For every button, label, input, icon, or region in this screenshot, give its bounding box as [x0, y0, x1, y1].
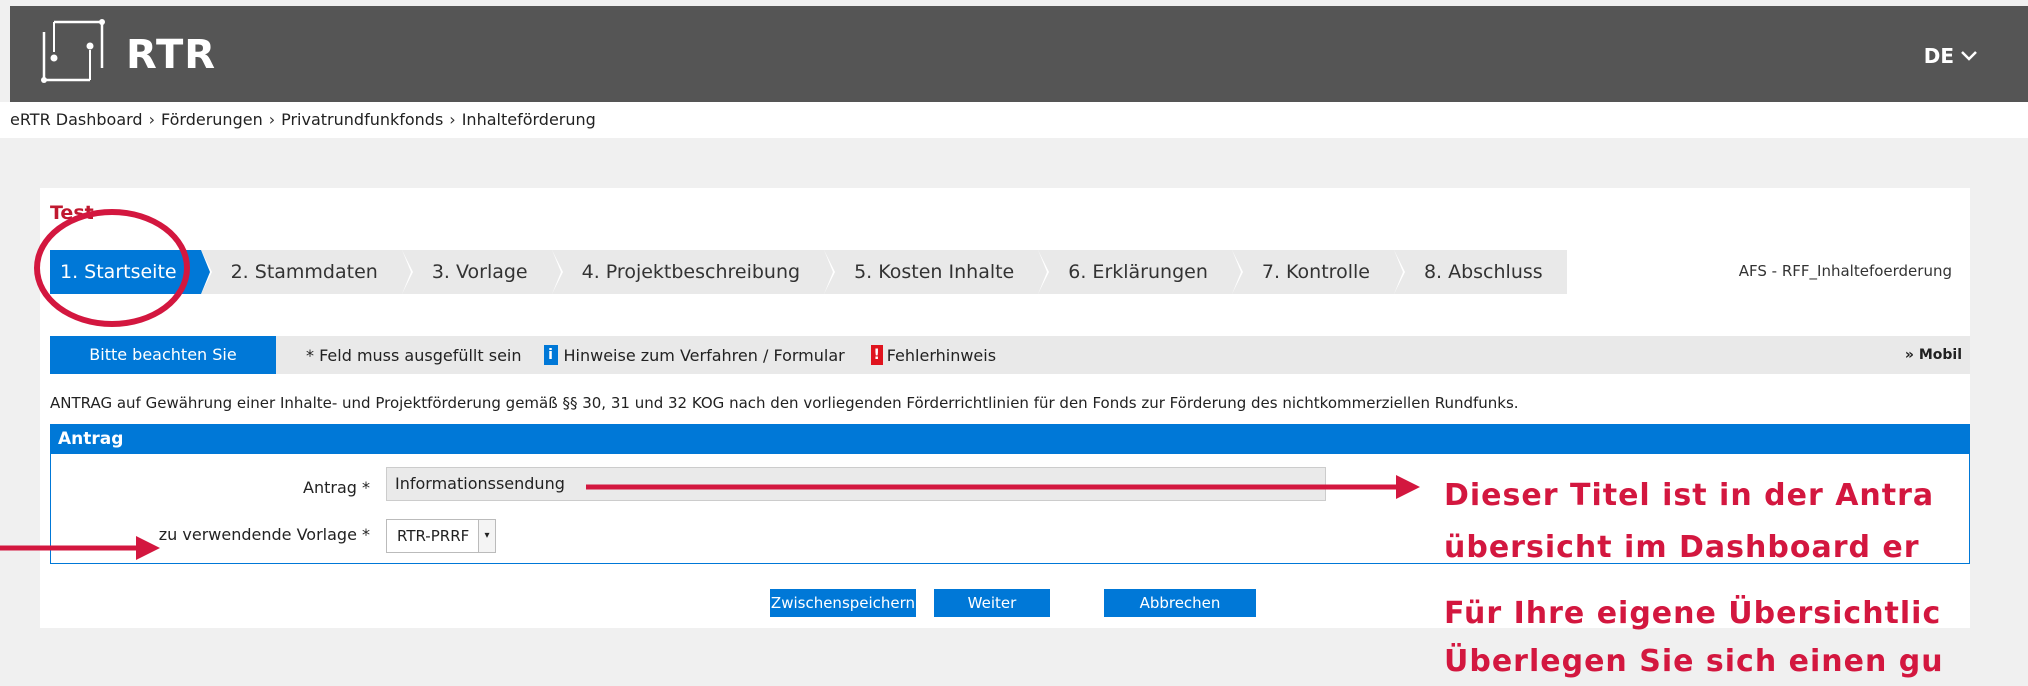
annotation-line-4: Überlegen Sie sich einen gu	[1444, 644, 1944, 679]
annotation-line-2: übersicht im Dashboard er	[1444, 530, 1920, 565]
annotation-arrows	[0, 475, 1420, 560]
arrow-head-right-icon	[1396, 475, 1420, 499]
arrow-head-right-icon	[136, 536, 160, 560]
annotation-line-1: Dieser Titel ist in der Antra	[1444, 478, 1935, 513]
annotation-line-3: Für Ihre eigene Übersichtlic	[1444, 596, 1942, 631]
